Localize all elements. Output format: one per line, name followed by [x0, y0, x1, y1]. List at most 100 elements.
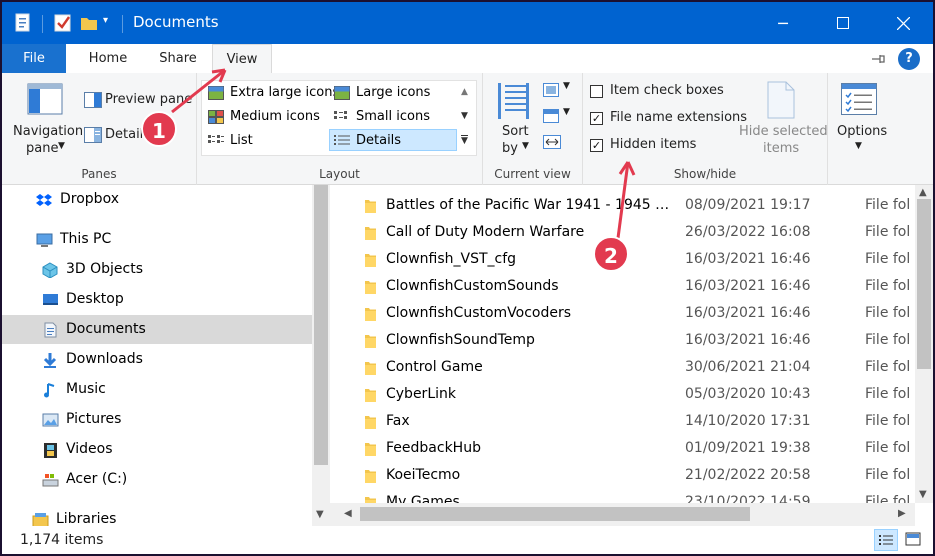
file-name-extensions-label[interactable]: File name extensions [610, 110, 747, 125]
maximize-icon [837, 17, 849, 29]
options-icon[interactable] [841, 83, 877, 115]
close-button[interactable] [880, 2, 926, 44]
hide-selected-label[interactable]: Hide selected [739, 124, 828, 139]
scroll-down-icon[interactable]: ▼ [919, 489, 927, 500]
layout-scroll-down-icon[interactable]: ▼ [461, 111, 468, 121]
file-name-extensions-checkbox[interactable]: ✓ [590, 112, 603, 125]
customize-toolbar-icon[interactable]: ▾ [103, 15, 121, 35]
drive-icon [42, 474, 59, 487]
nav-item-videos[interactable]: Videos [2, 435, 312, 464]
nav-item-acer-c[interactable]: Acer (C:) [2, 465, 312, 494]
file-type: File fol [865, 494, 911, 503]
options-label[interactable]: Options [837, 124, 887, 139]
file-row[interactable]: ClownfishCustomVocoders 16/03/2021 16:46 F… [330, 300, 915, 327]
folder-icon [365, 227, 376, 240]
group-by-icon[interactable] [543, 83, 559, 97]
tab-home[interactable]: Home [78, 44, 138, 74]
sort-by-icon[interactable] [496, 81, 532, 121]
sort-by-label[interactable]: Sort [502, 124, 529, 139]
navigation-pane-icon[interactable] [27, 83, 63, 115]
horizontal-scrollbar-thumb[interactable] [360, 507, 750, 521]
small-icons-icon [334, 111, 347, 119]
layout-small-icons[interactable]: Small icons [330, 106, 430, 128]
nav-item-desktop[interactable]: Desktop [2, 285, 312, 314]
nav-item-libraries[interactable]: Libraries [2, 505, 312, 526]
scroll-right-icon[interactable]: ▶ [898, 508, 906, 519]
details-icon [334, 135, 350, 145]
annotation-badge-2: 2 [593, 236, 629, 272]
file-row[interactable]: My Games 23/10/2022 14:59 File fol [330, 489, 915, 503]
sort-chevron-down-icon[interactable]: ▼ [522, 141, 529, 151]
options-chevron-down-icon[interactable]: ▼ [855, 141, 862, 151]
tab-share[interactable]: Share [148, 44, 208, 74]
nav-item-downloads[interactable]: Downloads [2, 345, 312, 374]
file-row[interactable]: Battles of the Pacific War 1941 - 1945 b… [330, 192, 915, 219]
layout-details[interactable]: Details [329, 129, 457, 151]
file-date-modified: 16/03/2021 16:46 [685, 278, 811, 294]
layout-expand-icon[interactable]: ▼ [461, 135, 468, 146]
item-check-boxes-label[interactable]: Item check boxes [610, 83, 724, 98]
nav-item-documents[interactable]: Documents [2, 315, 312, 344]
file-row[interactable]: KoeiTecmo 21/02/2022 20:58 File fol [330, 462, 915, 489]
maximize-button[interactable] [820, 2, 866, 44]
large-icons-view-button[interactable] [902, 529, 926, 551]
file-row[interactable]: ClownfishCustomSounds 16/03/2021 16:46 Fil… [330, 273, 915, 300]
layout-extra-large-icons[interactable]: Extra large icons [204, 82, 339, 104]
nav-item-3d-objects[interactable]: 3D Objects [2, 255, 312, 284]
layout-list[interactable]: List [204, 130, 253, 152]
pin-ribbon-icon[interactable] [870, 52, 886, 66]
new-folder-icon[interactable] [80, 13, 98, 33]
nav-item-label: Dropbox [60, 191, 119, 207]
file-row[interactable]: FeedbackHub 01/09/2021 19:38 File fol [330, 435, 915, 462]
file-date-modified: 01/09/2021 19:38 [685, 440, 811, 456]
scroll-left-icon[interactable]: ◀ [344, 508, 352, 519]
nav-scroll-down-icon[interactable]: ▼ [316, 509, 324, 520]
hidden-items-label[interactable]: Hidden items [610, 137, 696, 152]
nav-scrollbar[interactable]: ▼ [312, 185, 330, 526]
file-type: File fol [865, 224, 911, 240]
group-by-chevron-icon[interactable]: ▼ [563, 81, 570, 91]
layout-medium-icons[interactable]: Medium icons [204, 106, 320, 128]
hidden-items-checkbox[interactable]: ✓ [590, 139, 603, 152]
size-columns-icon[interactable] [543, 135, 561, 149]
ribbon-tabs: File Home Share View ? [2, 44, 933, 75]
vertical-scrollbar-thumb[interactable] [917, 199, 931, 369]
details-view-button[interactable] [874, 529, 898, 551]
file-row[interactable]: CyberLink 05/03/2020 10:43 File fol [330, 381, 915, 408]
nav-item-pictures[interactable]: Pictures [2, 405, 312, 434]
file-row[interactable]: Fax 14/10/2020 17:31 File fol [330, 408, 915, 435]
hide-selected-label-2[interactable]: items [763, 141, 799, 156]
item-check-boxes-checkbox[interactable] [590, 85, 603, 98]
navigation-pane-label[interactable]: Navigation [13, 124, 83, 139]
folder-icon [365, 497, 376, 503]
tab-view[interactable]: View [212, 44, 272, 75]
video-icon [44, 443, 57, 458]
scroll-up-icon[interactable]: ▲ [919, 187, 927, 198]
layout-scroll-up-icon[interactable]: ▲ [461, 87, 468, 97]
nav-scrollbar-thumb[interactable] [314, 185, 328, 465]
hide-selected-icon[interactable] [766, 81, 796, 119]
checkmark-icon[interactable] [54, 13, 72, 33]
details-pane-icon[interactable] [84, 127, 102, 143]
help-icon[interactable]: ? [898, 48, 920, 70]
add-columns-icon[interactable] [543, 109, 559, 123]
chevron-down-icon[interactable]: ▼ [58, 141, 65, 151]
preview-pane-label[interactable]: Preview pane [105, 92, 192, 107]
sort-by-label-2[interactable]: by [502, 141, 518, 156]
layout-large-icons[interactable]: Large icons [330, 82, 430, 104]
navigation-pane-label-2[interactable]: pane [26, 141, 58, 156]
nav-item-dropbox[interactable]: Dropbox [2, 185, 312, 214]
file-date-modified: 26/03/2022 16:08 [685, 224, 811, 240]
file-list-vertical-scrollbar[interactable]: ▲ ▼ [915, 185, 933, 503]
file-type: File fol [865, 467, 911, 483]
file-list-horizontal-scrollbar[interactable]: ◀ ▶ [330, 503, 915, 526]
nav-item-music[interactable]: Music [2, 375, 312, 404]
nav-item-this-pc[interactable]: This PC [2, 225, 312, 254]
preview-pane-icon[interactable] [84, 92, 102, 108]
add-columns-chevron-icon[interactable]: ▼ [563, 107, 570, 117]
minimize-button[interactable]: ─ [760, 2, 806, 44]
tab-file[interactable]: File [2, 44, 66, 74]
file-row[interactable]: ClownfishSoundTemp 16/03/2021 16:46 File f… [330, 327, 915, 354]
properties-icon[interactable] [14, 13, 32, 33]
file-row[interactable]: Control Game 30/06/2021 21:04 File fol [330, 354, 915, 381]
